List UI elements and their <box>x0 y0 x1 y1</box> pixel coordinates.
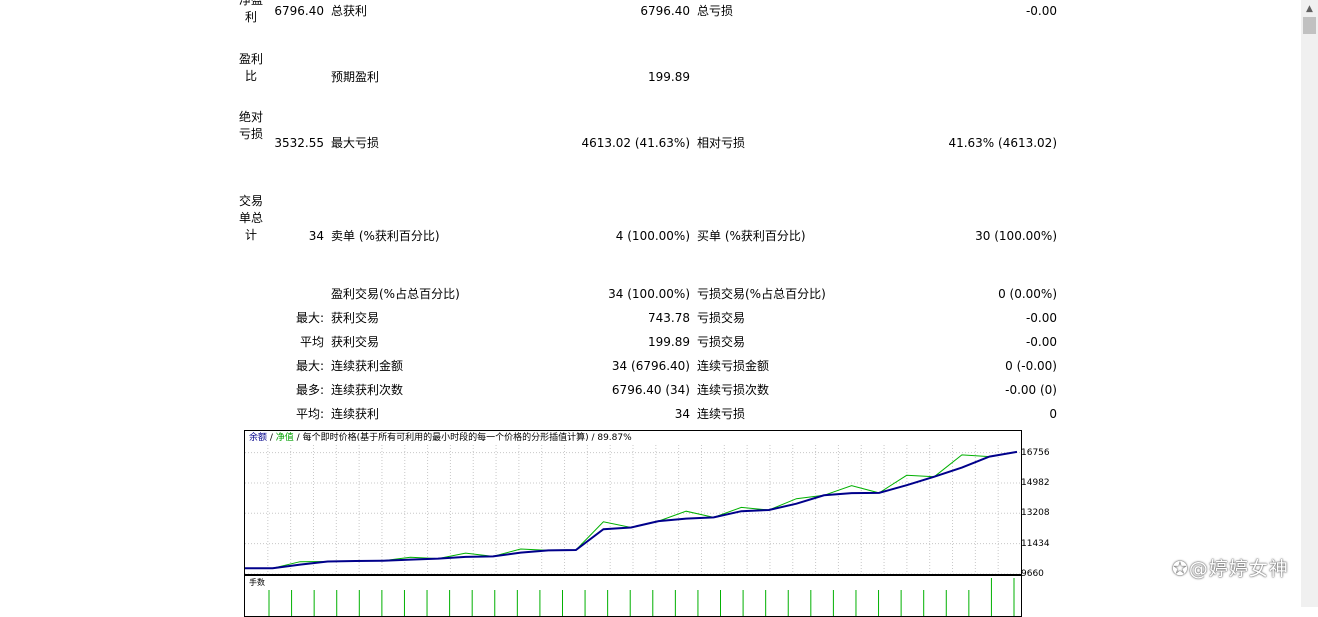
balance-chart-svg <box>245 445 1021 574</box>
profit-factor-label: 盈利比 <box>238 52 263 83</box>
average-profit-label: 获利交易 <box>331 335 380 349</box>
largest-loss-value: -0.00 <box>1025 311 1057 325</box>
relative-drawdown-label: 相对亏损 <box>697 136 746 150</box>
y-tick-label: 9660 <box>1021 569 1044 579</box>
triangle-up-icon[interactable]: ▲ <box>1301 0 1318 17</box>
lots-chart-title: 手数 <box>249 578 265 587</box>
max-consecutive-losses-label: 连续亏损金额 <box>697 359 770 373</box>
maximal-consecutive-loss-value: -0.00 (0) <box>1005 383 1057 397</box>
loss-trades-label: 亏损交易(%占总百分比) <box>697 287 826 301</box>
expected-payoff-value: 199.89 <box>648 70 690 84</box>
lots-chart: 手数 <box>244 575 1022 617</box>
average-consecutive-wins-label: 连续获利 <box>331 407 380 421</box>
average-consecutive-wins-value: 34 <box>674 407 690 421</box>
loss-trades-value: 0 (0.00%) <box>998 287 1057 301</box>
gross-profit-label: 总获利 <box>331 4 368 18</box>
absolute-drawdown-value: 3532.55 <box>274 136 324 150</box>
chart-legend-balance: 余额 <box>249 433 268 443</box>
largest-profit-label: 获利交易 <box>331 311 380 325</box>
balance-chart: 余额 / 净值 / 每个即时价格(基于所有可利用的最小时段的每一个价格的分形插值… <box>244 430 1022 575</box>
average-loss-value: -0.00 <box>1025 335 1057 349</box>
balance-line <box>245 450 1018 570</box>
max-consecutive-wins-label: 连续获利金额 <box>331 359 404 373</box>
maximal-consecutive-prefix: 最多: <box>295 383 324 397</box>
largest-profit-value: 743.78 <box>648 311 690 325</box>
equity-line <box>245 451 1018 569</box>
max-drawdown-label: 最大亏损 <box>331 136 380 150</box>
expected-payoff-label: 预期盈利 <box>331 70 380 84</box>
profit-trades-value: 34 (100.00%) <box>608 287 690 301</box>
lots-chart-svg <box>268 578 1015 616</box>
long-positions-value: 30 (100.00%) <box>975 229 1057 243</box>
scrollbar-thumb[interactable] <box>1303 17 1316 34</box>
average-consecutive-prefix: 平均: <box>295 407 324 421</box>
average-consecutive-losses-value: 0 <box>1049 407 1057 421</box>
chart-model-text: 每个即时价格(基于所有可利用的最小时段的每一个价格的分形插值计算) <box>302 433 589 443</box>
maximal-consecutive-profit-value: 6796.40 (34) <box>611 383 690 397</box>
relative-drawdown-value: 41.63% (4613.02) <box>948 136 1057 150</box>
total-trades-value: 34 <box>308 229 324 243</box>
max-consecutive-losses-value: 0 (-0.00) <box>1005 359 1057 373</box>
gross-profit-value: 6796.40 <box>640 4 690 18</box>
vertical-scrollbar[interactable]: ▲ <box>1301 0 1318 607</box>
average-consecutive-losses-label: 连续亏损 <box>697 407 746 421</box>
largest-prefix: 最大: <box>295 311 324 325</box>
chart-legend-equity: 净值 <box>275 433 294 443</box>
long-positions-label: 买单 (%获利百分比) <box>697 229 806 243</box>
profit-trades-label: 盈利交易(%占总百分比) <box>331 287 460 301</box>
y-tick-label: 14982 <box>1021 477 1050 488</box>
maximal-consecutive-loss-label: 连续亏损次数 <box>697 383 770 397</box>
average-loss-label: 亏损交易 <box>697 335 746 349</box>
y-tick-label: 11434 <box>1021 538 1050 549</box>
gross-loss-value: -0.00 <box>1025 4 1057 18</box>
average-prefix: 平均 <box>299 335 324 349</box>
max-consecutive-wins-value: 34 (6796.40) <box>611 359 690 373</box>
chart-legend-sep-2: / <box>293 433 303 443</box>
watermark: ✪@婷婷女神 <box>1172 554 1289 581</box>
short-positions-label: 卖单 (%获利百分比) <box>331 229 440 243</box>
maximal-consecutive-profit-label: 连续获利次数 <box>331 383 404 397</box>
chart-quality-text: 89.87% <box>597 433 632 443</box>
gross-loss-label: 总亏损 <box>697 4 734 18</box>
average-profit-value: 199.89 <box>648 335 690 349</box>
chart-legend-sep-1: / <box>267 433 276 443</box>
y-tick-label: 13208 <box>1021 508 1050 519</box>
max-consecutive-prefix: 最大: <box>295 359 324 373</box>
watermark-text: @婷婷女神 <box>1188 558 1289 580</box>
short-positions-value: 4 (100.00%) <box>615 229 690 243</box>
max-drawdown-value: 4613.02 (41.63%) <box>581 136 690 150</box>
largest-loss-label: 亏损交易 <box>697 311 746 325</box>
net-profit-value: 6796.40 <box>274 4 324 18</box>
y-tick-label: 16756 <box>1021 447 1050 458</box>
chart-header: 余额 / 净值 / 每个即时价格(基于所有可利用的最小时段的每一个价格的分形插值… <box>249 433 632 444</box>
weibo-icon: ✪ <box>1172 558 1189 580</box>
